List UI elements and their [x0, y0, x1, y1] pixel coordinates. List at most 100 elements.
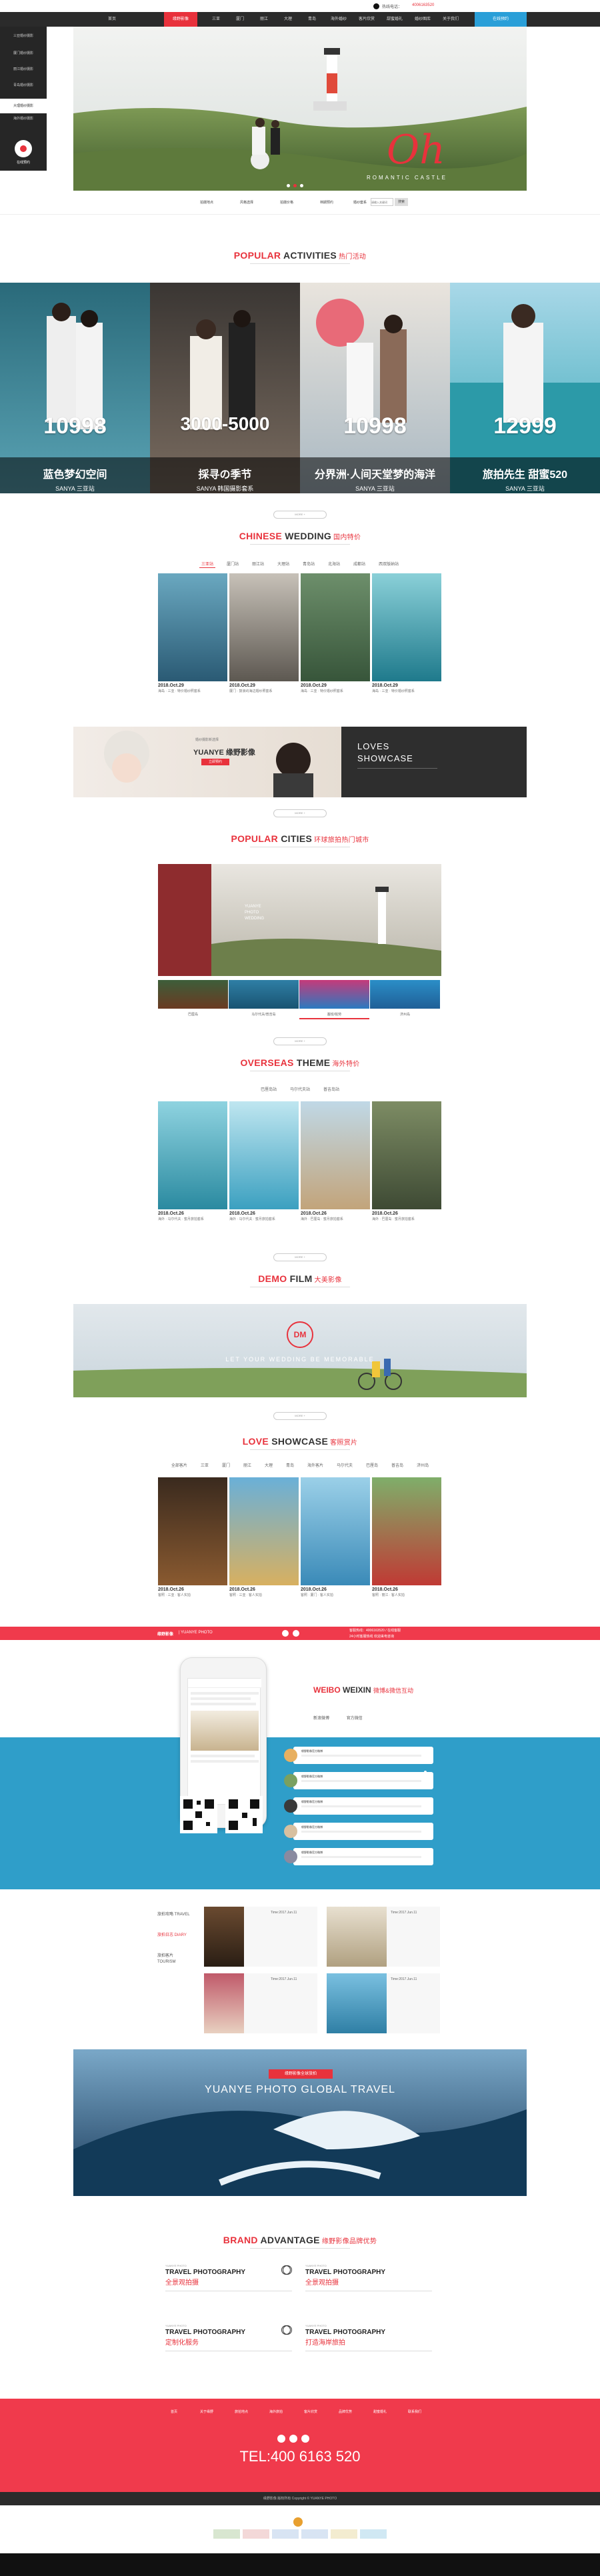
nav-dali[interactable]: 大理	[279, 12, 297, 27]
search-button[interactable]: 搜索	[395, 198, 408, 206]
tab-beihai[interactable]: 北海站	[326, 560, 342, 567]
weibo-post[interactable]: 缘野影像官方微博	[284, 1772, 433, 1789]
wechat-icon[interactable]	[293, 1630, 299, 1637]
city-label[interactable]: 巴厘岛	[158, 1010, 228, 1019]
travel-side-item[interactable]: 旅拍日志 DIARY	[157, 1933, 191, 1939]
weibo-post[interactable]: 缘野影像官方微博	[284, 1823, 433, 1840]
more-pill[interactable]: MORE +	[273, 1253, 327, 1261]
tab-xishuangbanna[interactable]: 西双版纳站	[377, 560, 401, 567]
filter-style[interactable]: 风格选择	[240, 200, 253, 205]
more-pill[interactable]: MORE +	[273, 1037, 327, 1045]
activity-card[interactable]: 10998 分界洲·人间天堂梦的海洋 SANYA 三亚站	[300, 283, 450, 493]
footer-link[interactable]: 关于缘野	[200, 2409, 213, 2414]
wedding-card[interactable]: 2018.Oct.29 海岛 · 三亚 · 特价婚纱照套系	[301, 573, 370, 693]
sidebar-item-xiamen[interactable]: 厦门婚纱摄影	[5, 51, 41, 65]
nav-booking[interactable]: 在线预约	[475, 12, 527, 27]
tab-lijiang[interactable]: 丽江	[241, 1461, 253, 1469]
overseas-card[interactable]: 2018.Oct.26 海外 · 巴厘岛 · 蜜月旅拍套系	[372, 1101, 441, 1221]
tab-bali[interactable]: 巴厘岛	[364, 1461, 380, 1469]
city-label[interactable]: 塞班/帕劳	[299, 1010, 369, 1019]
sidebar-item-lijiang[interactable]: 丽江婚纱摄影	[5, 67, 41, 81]
filter-location[interactable]: 拍摄地点	[200, 200, 213, 205]
filter-schedule[interactable]: 档期预约	[320, 200, 333, 205]
tab-bali[interactable]: 巴厘岛站	[259, 1085, 279, 1093]
tab-phuket[interactable]: 普吉岛	[389, 1461, 405, 1469]
nav-lijiang[interactable]: 丽江	[255, 12, 273, 27]
weibo-post[interactable]: 缘野影像官方微博	[284, 1848, 433, 1865]
tab-xiamen[interactable]: 厦门	[220, 1461, 232, 1469]
wedding-card[interactable]: 2018.Oct.29 厦门 · 鼓浪屿海边婚纱照套系	[229, 573, 299, 693]
footer-qq-icon[interactable]	[301, 2435, 309, 2443]
tab-maldives[interactable]: 马尔代夫	[335, 1461, 355, 1469]
showcase-card[interactable]: 2018.Oct.26 客照 · 三亚 · 客人实拍	[229, 1477, 299, 1597]
weibo-post[interactable]: 缘野影像官方微博	[284, 1797, 433, 1815]
activity-card[interactable]: 12999 旅拍先生 甜蜜520 SANYA 三亚站	[450, 283, 600, 493]
city-thumb[interactable]	[229, 980, 299, 1009]
city-thumb[interactable]	[299, 980, 369, 1009]
sidebar-item-sanya[interactable]: 三亚婚纱摄影	[5, 33, 41, 49]
tab-lijiang[interactable]: 丽江站	[250, 560, 266, 567]
city-thumb[interactable]	[370, 980, 440, 1009]
footer-link[interactable]: 海外旅拍	[269, 2409, 283, 2414]
footer-link[interactable]: 首页	[171, 2409, 177, 2414]
nav-sanya[interactable]: 三亚	[207, 12, 225, 27]
overseas-card[interactable]: 2018.Oct.26 海外 · 马尔代夫 · 蜜月旅拍套系	[229, 1101, 299, 1221]
tab-dali[interactable]: 大理	[263, 1461, 275, 1469]
tab-sanya[interactable]: 三亚	[199, 1461, 211, 1469]
activity-card[interactable]: 10998 蓝色梦幻空间 SANYA 三亚站	[0, 283, 150, 493]
hotline-number[interactable]: 4006163520	[412, 3, 434, 7]
global-travel-banner[interactable]: 缘野影像全球旅拍 YUANYE PHOTO GLOBAL TRAVEL	[73, 2049, 527, 2196]
filter-package[interactable]: 婚纱套系	[353, 200, 367, 205]
demo-logo[interactable]: DM	[287, 1321, 313, 1348]
weibo-scroll-dots[interactable]	[424, 1771, 428, 1797]
more-pill[interactable]: MORE +	[273, 511, 327, 519]
tab-jeju[interactable]: 济州岛	[415, 1461, 431, 1469]
tab-wechat[interactable]: 官方微信	[347, 1717, 363, 1721]
sidebar-item-qingdao[interactable]: 青岛婚纱摄影	[5, 83, 41, 97]
footer-link[interactable]: 联系我们	[408, 2409, 421, 2414]
weibo-icon[interactable]	[282, 1630, 289, 1637]
city-thumb[interactable]	[158, 980, 228, 1009]
footer-wechat-icon[interactable]	[289, 2435, 297, 2443]
showcase-card[interactable]: 2018.Oct.26 客照 · 厦门 · 客人实拍	[301, 1477, 370, 1597]
travel-item[interactable]: Time:2017.Jun.11	[327, 1973, 440, 2033]
showcase-card[interactable]: 2018.Oct.26 客照 · 丽江 · 客人实拍	[372, 1477, 441, 1597]
tab-xiamen[interactable]: 厦门站	[225, 560, 241, 567]
nav-about[interactable]: 关于我们	[439, 12, 463, 27]
more-pill[interactable]: MORE +	[273, 809, 327, 817]
demo-film-banner[interactable]: DM LET YOUR WEDDING BE MEMORABLE	[73, 1304, 527, 1397]
nav-home[interactable]: 首页	[100, 12, 124, 27]
showcase-card[interactable]: 2018.Oct.26 客照 · 三亚 · 客人实拍	[158, 1477, 227, 1597]
filter-price[interactable]: 拍摄价格	[280, 200, 293, 205]
footer-link[interactable]: 品牌优势	[339, 2409, 352, 2414]
sidebar-cta[interactable]: 在线预约	[0, 160, 47, 165]
travel-item[interactable]: Time:2017.Jun.11	[327, 1907, 440, 1967]
footer-weibo-icon[interactable]	[277, 2435, 285, 2443]
hero-dots[interactable]	[287, 184, 313, 188]
tab-dali[interactable]: 大理站	[275, 560, 291, 567]
travel-item[interactable]: Time:2017.Jun.11	[204, 1907, 317, 1967]
tab-phuket[interactable]: 普吉岛站	[321, 1085, 341, 1093]
tab-sanya[interactable]: 三亚站	[199, 560, 215, 568]
city-label[interactable]: 马尔代夫/普吉岛	[229, 1010, 299, 1019]
travel-side-item[interactable]: 旅拍攻略 TRAVEL	[157, 1912, 191, 1918]
wedding-card[interactable]: 2018.Oct.29 海岛 · 三亚 · 特价婚纱照套系	[372, 573, 441, 693]
tab-maldives[interactable]: 马尔代夫站	[288, 1085, 312, 1093]
more-pill[interactable]: MORE +	[273, 1412, 327, 1420]
weibo-post[interactable]: 缘野影像官方微博	[284, 1747, 433, 1764]
overseas-card[interactable]: 2018.Oct.26 海外 · 巴厘岛 · 蜜月旅拍套系	[301, 1101, 370, 1221]
nav-brand[interactable]: 缘野影像	[164, 12, 197, 27]
nav-xiamen[interactable]: 厦门	[231, 12, 249, 27]
nav-qingdao[interactable]: 青岛	[303, 12, 321, 27]
activity-card[interactable]: 3000-5000 採寻の季节 SANYA 韩国摄影套系	[150, 283, 300, 493]
travel-side-item[interactable]: 旅拍客片 TOURISM	[157, 1953, 191, 1965]
overseas-card[interactable]: 2018.Oct.26 海外 · 马尔代夫 · 蜜月旅拍套系	[158, 1101, 227, 1221]
footer-link[interactable]: 甜蜜婚礼	[373, 2409, 387, 2414]
search-input[interactable]	[371, 198, 393, 206]
footer-link[interactable]: 旅拍地点	[235, 2409, 248, 2414]
sidebar-item-dali[interactable]: 大理婚纱摄影	[0, 99, 47, 113]
nav-overseas[interactable]: 海外婚纱	[327, 12, 351, 27]
nav-gallery[interactable]: 婚纱图库	[411, 12, 435, 27]
tab-qingdao[interactable]: 青岛	[284, 1461, 296, 1469]
booking-circle-icon[interactable]	[15, 140, 32, 157]
